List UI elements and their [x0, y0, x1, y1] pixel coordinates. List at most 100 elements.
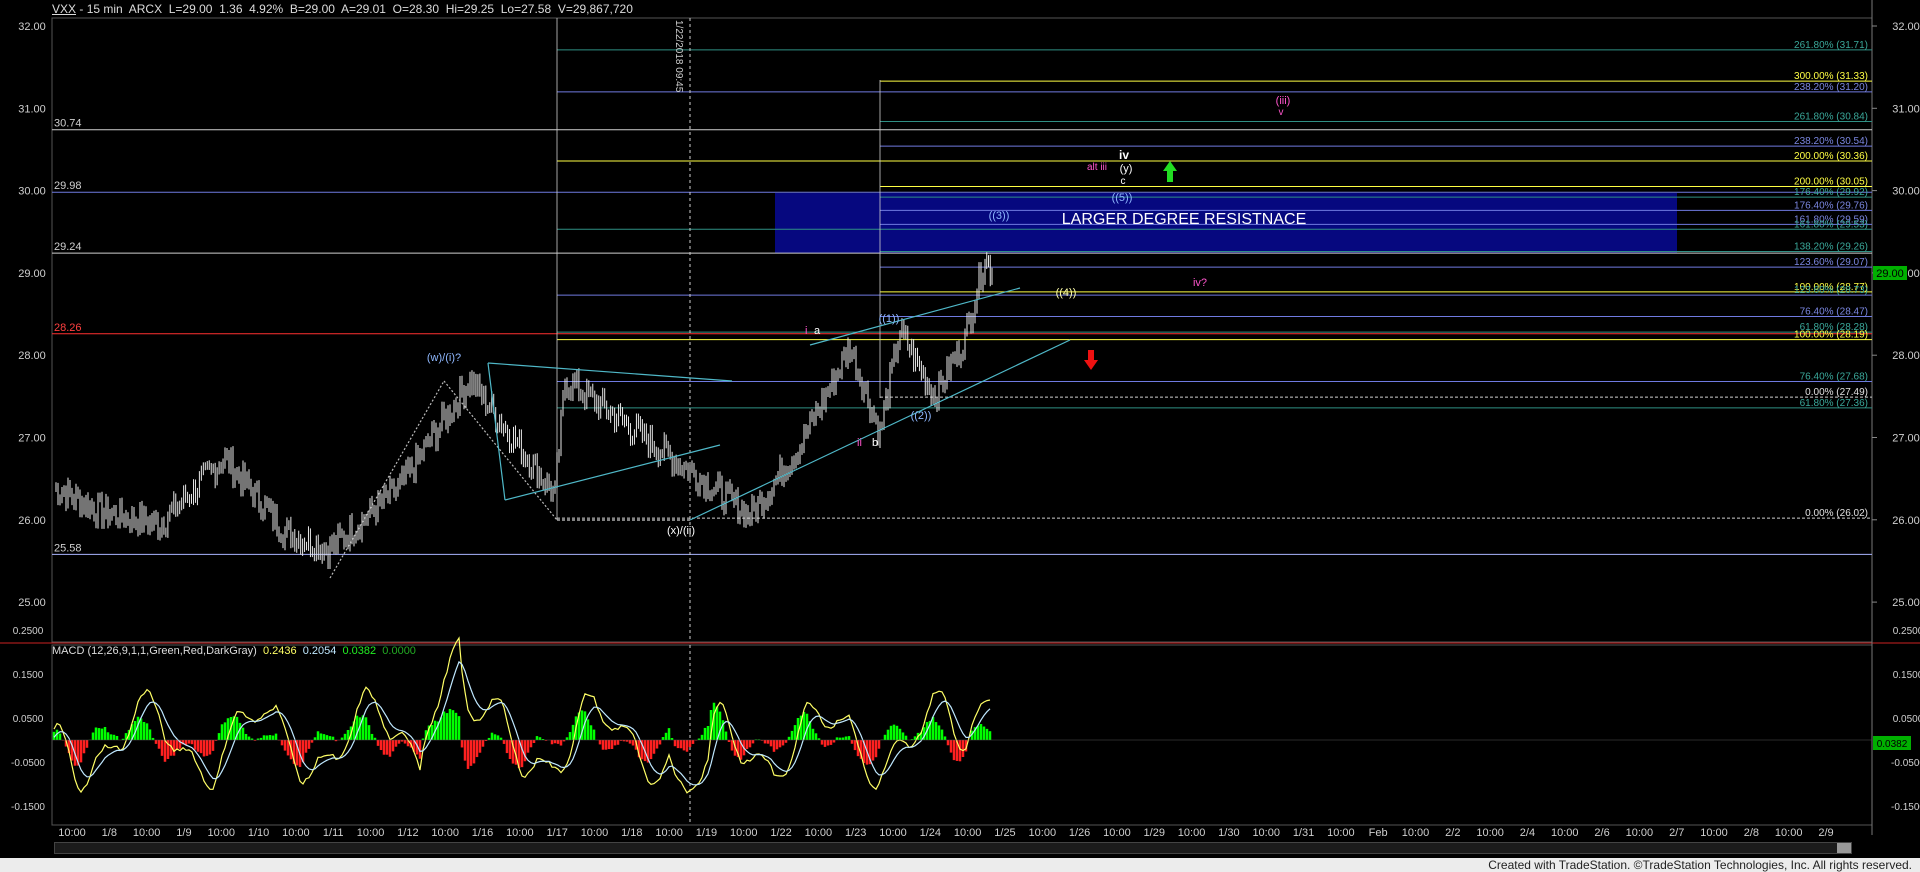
wave-iv-q-label: iv?	[1193, 277, 1207, 289]
date-tick-label: 10:00	[282, 827, 310, 839]
date-tick-label: 10:00	[1029, 827, 1057, 839]
price-tick-label-left: 27.00	[18, 433, 46, 445]
date-tick-label: 10:00	[1476, 827, 1504, 839]
left-level-label: 30.74	[54, 118, 82, 130]
svg-text:29.00: 29.00	[1876, 268, 1904, 280]
date-tick-label: 10:00	[58, 827, 86, 839]
left-level-label: 28.26	[54, 322, 82, 334]
wave-v-label: v	[1279, 107, 1284, 118]
fib-label: 76.40% (27.68)	[1800, 372, 1868, 383]
date-tick-label: 1/9	[176, 827, 191, 839]
fib-label: 0.00% (27.49)	[1805, 387, 1868, 398]
last-price-tag: 29.00	[1873, 266, 1907, 280]
fib-label: 0.00% (26.02)	[1805, 508, 1868, 519]
date-tick-label: 1/10	[248, 827, 269, 839]
wave-4-label: ((4))	[1056, 287, 1077, 299]
price-tick-label: 30.00	[1892, 186, 1920, 198]
price-tick-label: 32.00	[1892, 21, 1920, 33]
wave-alt-iii-label: alt iii	[1087, 162, 1107, 173]
date-tick-label: 10:00	[1252, 827, 1280, 839]
date-tick-label: 1/22	[770, 827, 791, 839]
left-level-label: 25.58	[54, 542, 82, 554]
fib-label: 238.20% (30.54)	[1794, 136, 1868, 147]
price-tick-label: 28.00	[1892, 350, 1920, 362]
fib-label: 123.60% (29.07)	[1794, 257, 1868, 268]
resistance-label: LARGER DEGREE RESISTNACE	[1062, 211, 1307, 228]
date-tick-label: 1/11	[323, 827, 344, 839]
price-tick-label-left: 30.00	[18, 186, 46, 198]
wave-3-label: ((3))	[989, 210, 1010, 222]
date-tick-label: 10:00	[954, 827, 982, 839]
fib-label: 238.20% (31.20)	[1794, 82, 1868, 93]
svg-text:0.0382: 0.0382	[1877, 739, 1908, 750]
wave-ii-label: ii	[857, 437, 862, 449]
wave-c-label: c	[1121, 176, 1126, 187]
date-tick-label: 2/7	[1669, 827, 1684, 839]
fib-label: 161.80% (29.53)	[1794, 219, 1868, 230]
macd-tick-label: -0.1500	[1891, 802, 1920, 813]
date-tick-label: 10:00	[1551, 827, 1579, 839]
symbol: VXX	[52, 2, 77, 16]
date-tick-label: 10:00	[1775, 827, 1803, 839]
macd-tick-label: -0.0500	[1891, 758, 1920, 769]
wave-i-label: i	[805, 325, 807, 337]
fib-label: 100.00% (28.19)	[1794, 330, 1868, 341]
price-tick-label-left: 26.00	[18, 515, 46, 527]
date-tick-label: 1/24	[920, 827, 941, 839]
macd-tick-label: 0.1500	[1893, 670, 1920, 681]
date-tick-label: 1/17	[546, 827, 567, 839]
chart-canvas: 32.00 32.00 31.00 31.00 30.00 30.00 29.00 29.00…	[0, 0, 1920, 839]
date-tick-label: 1/18	[621, 827, 642, 839]
fib-label: 200.00% (30.36)	[1794, 151, 1868, 162]
date-tick-label: 1/26	[1069, 827, 1090, 839]
symbol-header: VXX - 15 min ARCX L=29.00 1.36 4.92% B=2…	[52, 2, 633, 16]
date-marker-label: 1/22/2018 09:45	[673, 20, 684, 93]
date-tick-label: 2/2	[1445, 827, 1460, 839]
wave-w-i-label: (w)/(i)?	[427, 352, 461, 364]
wave-a-label: a	[814, 325, 821, 337]
price-tick-label: 26.00	[1892, 515, 1920, 527]
fib-label: 261.80% (30.84)	[1794, 111, 1868, 122]
date-tick-label: 10:00	[879, 827, 907, 839]
wave-iii-label: (iii)	[1276, 95, 1291, 107]
date-tick-label: 10:00	[730, 827, 758, 839]
date-tick-label: 10:00	[133, 827, 161, 839]
horizontal-scrollbar[interactable]	[54, 842, 1852, 854]
date-tick-label: 10:00	[805, 827, 833, 839]
date-tick-label: 1/25	[994, 827, 1015, 839]
date-tick-label: 2/6	[1594, 827, 1609, 839]
date-tick-label: 1/19	[696, 827, 717, 839]
date-tick-label: 1/30	[1218, 827, 1239, 839]
fib-label: 176.40% (29.76)	[1794, 200, 1868, 211]
fib-label: 200.00% (30.05)	[1794, 176, 1868, 187]
fib-label: 76.40% (28.47)	[1800, 307, 1868, 318]
wave-y-label: (y)	[1120, 163, 1133, 175]
date-tick-label: 10:00	[506, 827, 534, 839]
date-tick-label: 10:00	[357, 827, 385, 839]
price-pane	[51, 17, 1873, 643]
date-tick-label: Feb	[1369, 827, 1388, 839]
date-tick-label: 10:00	[1178, 827, 1206, 839]
fib-label: 176.40% (29.92)	[1794, 187, 1868, 198]
price-tick-label: 31.00	[1892, 103, 1920, 115]
macd-tick-label-left: 0.2500	[13, 626, 44, 637]
price-tick-label-left: 32.00	[18, 21, 46, 33]
date-tick-label: 10:00	[1700, 827, 1728, 839]
fib-label: 261.80% (31.71)	[1794, 40, 1868, 51]
date-tick-label: 10:00	[208, 827, 236, 839]
price-tick-label: 27.00	[1892, 433, 1920, 445]
wave-b-label: b	[872, 437, 878, 449]
wave-iv-label: iv	[1119, 148, 1129, 162]
scroll-thumb[interactable]	[1837, 843, 1851, 853]
date-tick-label: 1/29	[1144, 827, 1165, 839]
date-tick-label: 10:00	[1327, 827, 1355, 839]
fib-label: 61.80% (27.36)	[1800, 398, 1868, 409]
date-tick-label: 1/23	[845, 827, 866, 839]
macd-tick-label: 0.0500	[1893, 714, 1920, 725]
date-tick-label: 2/9	[1818, 827, 1833, 839]
left-level-label: 29.24	[54, 241, 82, 253]
footer-credit: Created with TradeStation. ©TradeStation…	[0, 858, 1920, 872]
date-tick-label: 10:00	[581, 827, 609, 839]
macd-value-tag: 0.0382	[1873, 736, 1911, 750]
date-tick-label: 10:00	[431, 827, 459, 839]
